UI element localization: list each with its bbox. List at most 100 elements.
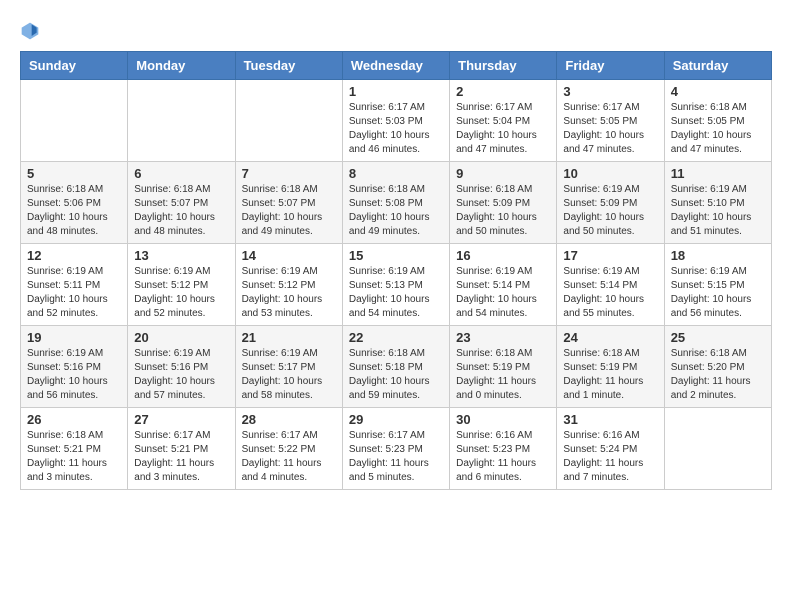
day-number: 10: [563, 166, 657, 181]
calendar-cell: 10Sunrise: 6:19 AM Sunset: 5:09 PM Dayli…: [557, 162, 664, 244]
calendar-cell: 15 Sunrise: 6:19 AM Sunset: 5:13 PM Dayli…: [342, 244, 449, 326]
calendar-cell: 28 Sunrise: 6:17 AM Sunset: 5:22 PM Dayli…: [235, 408, 342, 490]
day-info: Sunrise: 6:18 AM Sunset: 5:07 PM Dayligh…: [134, 183, 228, 239]
day-info: Sunrise: 6:19 AM Sunset: 5:12 PM Dayligh…: [134, 265, 228, 321]
calendar-cell: 17Sunrise: 6:19 AM Sunset: 5:14 PM Dayli…: [557, 244, 664, 326]
calendar-cell: 2 Sunrise: 6:17 AM Sunset: 5:04 PM Daylig…: [450, 80, 557, 162]
day-of-week-header: Wednesday: [342, 52, 449, 80]
day-number: 26: [27, 412, 121, 427]
day-number: 20: [134, 330, 228, 345]
day-of-week-header: Tuesday: [235, 52, 342, 80]
day-number: 7: [242, 166, 336, 181]
day-number: 18: [671, 248, 765, 263]
page-header: [20, 20, 772, 41]
calendar-cell: 21 Sunrise: 6:19 AM Sunset: 5:17 PM Dayli…: [235, 326, 342, 408]
day-number: 25: [671, 330, 765, 345]
calendar-cell: 30 Sunrise: 6:16 AM Sunset: 5:23 PM Dayli…: [450, 408, 557, 490]
calendar-cell: 18 Sunrise: 6:19 AM Sunset: 5:15 PM Dayli…: [664, 244, 771, 326]
day-number: 17: [563, 248, 657, 263]
logo: [20, 20, 44, 41]
calendar-header-row: SundayMondayTuesdayWednesdayThursdayFrid…: [21, 52, 772, 80]
calendar-cell: 16Sunrise: 6:19 AM Sunset: 5:14 PM Dayli…: [450, 244, 557, 326]
day-number: 13: [134, 248, 228, 263]
day-number: 27: [134, 412, 228, 427]
day-number: 15: [349, 248, 443, 263]
day-info: Sunrise: 6:19 AM Sunset: 5:16 PM Dayligh…: [27, 347, 121, 403]
calendar-cell: 19 Sunrise: 6:19 AM Sunset: 5:16 PM Dayli…: [21, 326, 128, 408]
calendar-cell: [128, 80, 235, 162]
day-info: Sunrise: 6:19 AM Sunset: 5:16 PM Dayligh…: [134, 347, 228, 403]
day-info: Sunrise: 6:19 AM Sunset: 5:11 PM Dayligh…: [27, 265, 121, 321]
calendar-cell: 1 Sunrise: 6:17 AM Sunset: 5:03 PM Daylig…: [342, 80, 449, 162]
day-info: Sunrise: 6:18 AM Sunset: 5:05 PM Dayligh…: [671, 101, 765, 157]
day-info: Sunrise: 6:17 AM Sunset: 5:21 PM Dayligh…: [134, 429, 228, 485]
day-info: Sunrise: 6:18 AM Sunset: 5:06 PM Dayligh…: [27, 183, 121, 239]
calendar-cell: [21, 80, 128, 162]
logo-icon: [20, 21, 40, 41]
day-info: Sunrise: 6:18 AM Sunset: 5:19 PM Dayligh…: [456, 347, 550, 403]
day-info: Sunrise: 6:17 AM Sunset: 5:23 PM Dayligh…: [349, 429, 443, 485]
day-info: Sunrise: 6:17 AM Sunset: 5:04 PM Dayligh…: [456, 101, 550, 157]
day-number: 6: [134, 166, 228, 181]
day-info: Sunrise: 6:18 AM Sunset: 5:19 PM Dayligh…: [563, 347, 657, 403]
day-info: Sunrise: 6:16 AM Sunset: 5:24 PM Dayligh…: [563, 429, 657, 485]
calendar-cell: 23 Sunrise: 6:18 AM Sunset: 5:19 PM Dayli…: [450, 326, 557, 408]
day-info: Sunrise: 6:19 AM Sunset: 5:13 PM Dayligh…: [349, 265, 443, 321]
calendar-cell: 5 Sunrise: 6:18 AM Sunset: 5:06 PM Daylig…: [21, 162, 128, 244]
day-info: Sunrise: 6:18 AM Sunset: 5:09 PM Dayligh…: [456, 183, 550, 239]
day-number: 14: [242, 248, 336, 263]
day-number: 30: [456, 412, 550, 427]
calendar-cell: 7Sunrise: 6:18 AM Sunset: 5:07 PM Daylig…: [235, 162, 342, 244]
calendar-cell: [664, 408, 771, 490]
calendar-cell: [235, 80, 342, 162]
day-number: 9: [456, 166, 550, 181]
day-number: 22: [349, 330, 443, 345]
calendar-cell: 12 Sunrise: 6:19 AM Sunset: 5:11 PM Dayli…: [21, 244, 128, 326]
calendar-cell: 27 Sunrise: 6:17 AM Sunset: 5:21 PM Dayli…: [128, 408, 235, 490]
day-number: 29: [349, 412, 443, 427]
calendar-cell: 25 Sunrise: 6:18 AM Sunset: 5:20 PM Dayli…: [664, 326, 771, 408]
day-number: 12: [27, 248, 121, 263]
day-number: 28: [242, 412, 336, 427]
day-info: Sunrise: 6:18 AM Sunset: 5:20 PM Dayligh…: [671, 347, 765, 403]
calendar-cell: 11 Sunrise: 6:19 AM Sunset: 5:10 PM Dayli…: [664, 162, 771, 244]
day-info: Sunrise: 6:19 AM Sunset: 5:12 PM Dayligh…: [242, 265, 336, 321]
calendar-week-row: 19 Sunrise: 6:19 AM Sunset: 5:16 PM Dayli…: [21, 326, 772, 408]
day-number: 4: [671, 84, 765, 99]
day-info: Sunrise: 6:16 AM Sunset: 5:23 PM Dayligh…: [456, 429, 550, 485]
day-info: Sunrise: 6:17 AM Sunset: 5:22 PM Dayligh…: [242, 429, 336, 485]
day-number: 23: [456, 330, 550, 345]
day-number: 5: [27, 166, 121, 181]
calendar-cell: 24Sunrise: 6:18 AM Sunset: 5:19 PM Dayli…: [557, 326, 664, 408]
calendar-cell: 26Sunrise: 6:18 AM Sunset: 5:21 PM Dayli…: [21, 408, 128, 490]
calendar-cell: 8Sunrise: 6:18 AM Sunset: 5:08 PM Daylig…: [342, 162, 449, 244]
day-of-week-header: Saturday: [664, 52, 771, 80]
day-info: Sunrise: 6:19 AM Sunset: 5:17 PM Dayligh…: [242, 347, 336, 403]
calendar-week-row: 26Sunrise: 6:18 AM Sunset: 5:21 PM Dayli…: [21, 408, 772, 490]
day-of-week-header: Thursday: [450, 52, 557, 80]
day-info: Sunrise: 6:19 AM Sunset: 5:10 PM Dayligh…: [671, 183, 765, 239]
day-number: 21: [242, 330, 336, 345]
calendar-cell: 9 Sunrise: 6:18 AM Sunset: 5:09 PM Daylig…: [450, 162, 557, 244]
day-info: Sunrise: 6:17 AM Sunset: 5:03 PM Dayligh…: [349, 101, 443, 157]
day-info: Sunrise: 6:18 AM Sunset: 5:18 PM Dayligh…: [349, 347, 443, 403]
day-of-week-header: Friday: [557, 52, 664, 80]
day-info: Sunrise: 6:18 AM Sunset: 5:08 PM Dayligh…: [349, 183, 443, 239]
day-of-week-header: Monday: [128, 52, 235, 80]
calendar-cell: 6 Sunrise: 6:18 AM Sunset: 5:07 PM Daylig…: [128, 162, 235, 244]
calendar-cell: 20 Sunrise: 6:19 AM Sunset: 5:16 PM Dayli…: [128, 326, 235, 408]
calendar-cell: 14 Sunrise: 6:19 AM Sunset: 5:12 PM Dayli…: [235, 244, 342, 326]
calendar-cell: 4 Sunrise: 6:18 AM Sunset: 5:05 PM Daylig…: [664, 80, 771, 162]
day-of-week-header: Sunday: [21, 52, 128, 80]
day-number: 1: [349, 84, 443, 99]
day-info: Sunrise: 6:19 AM Sunset: 5:15 PM Dayligh…: [671, 265, 765, 321]
calendar-week-row: 5 Sunrise: 6:18 AM Sunset: 5:06 PM Daylig…: [21, 162, 772, 244]
day-number: 11: [671, 166, 765, 181]
calendar-cell: 3Sunrise: 6:17 AM Sunset: 5:05 PM Daylig…: [557, 80, 664, 162]
calendar-cell: 29 Sunrise: 6:17 AM Sunset: 5:23 PM Dayli…: [342, 408, 449, 490]
day-number: 16: [456, 248, 550, 263]
day-number: 2: [456, 84, 550, 99]
day-number: 19: [27, 330, 121, 345]
day-number: 31: [563, 412, 657, 427]
day-info: Sunrise: 6:17 AM Sunset: 5:05 PM Dayligh…: [563, 101, 657, 157]
